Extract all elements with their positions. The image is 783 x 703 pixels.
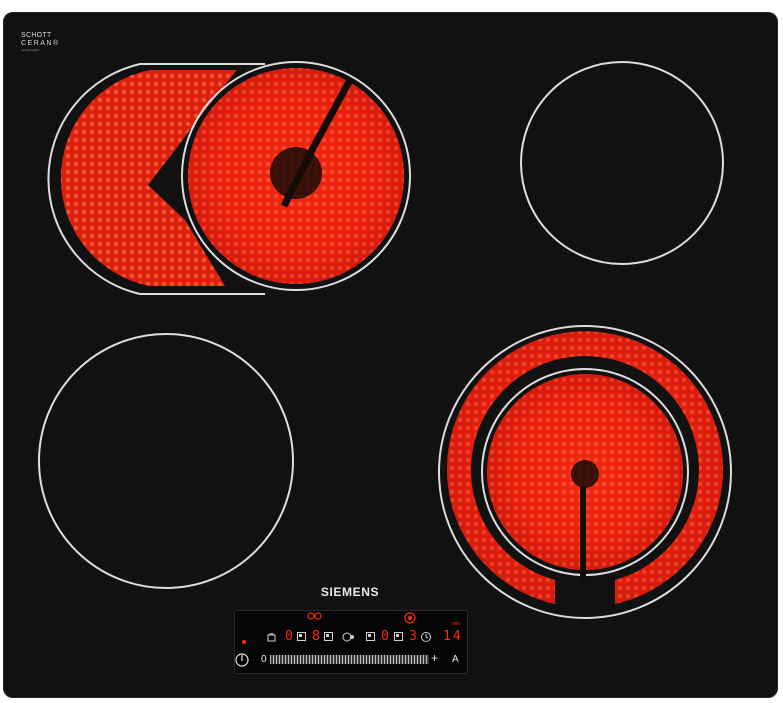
zone-display-3: 0 [381, 629, 389, 644]
dual-zone-icon[interactable] [404, 612, 416, 624]
timer-icon[interactable] [421, 632, 431, 642]
zone-display-2: 8 [312, 629, 320, 644]
power-button[interactable] [235, 653, 249, 667]
zone-select-icon-1[interactable] [297, 632, 306, 641]
zone-display-1: 0 [285, 629, 293, 644]
auto-button[interactable]: A [452, 654, 459, 665]
slider-zero-label: 0 [261, 654, 267, 665]
timer-unit-label: min [452, 621, 461, 627]
power-on-indicator [242, 640, 246, 644]
zone-select-icon-3[interactable] [366, 632, 375, 641]
zone-select-icon-2[interactable] [324, 632, 333, 641]
timer-display: 14 [443, 629, 463, 644]
control-panel-icons [235, 612, 431, 667]
zone-link-icon[interactable] [307, 612, 322, 620]
zone-select-icon-4[interactable] [394, 632, 403, 641]
pan-detect-icon[interactable] [342, 632, 354, 642]
slider-plus-button[interactable]: + [431, 652, 438, 664]
child-lock-icon[interactable] [267, 633, 276, 642]
zone-display-4: 3 [409, 629, 417, 644]
power-level-slider[interactable] [270, 655, 429, 664]
